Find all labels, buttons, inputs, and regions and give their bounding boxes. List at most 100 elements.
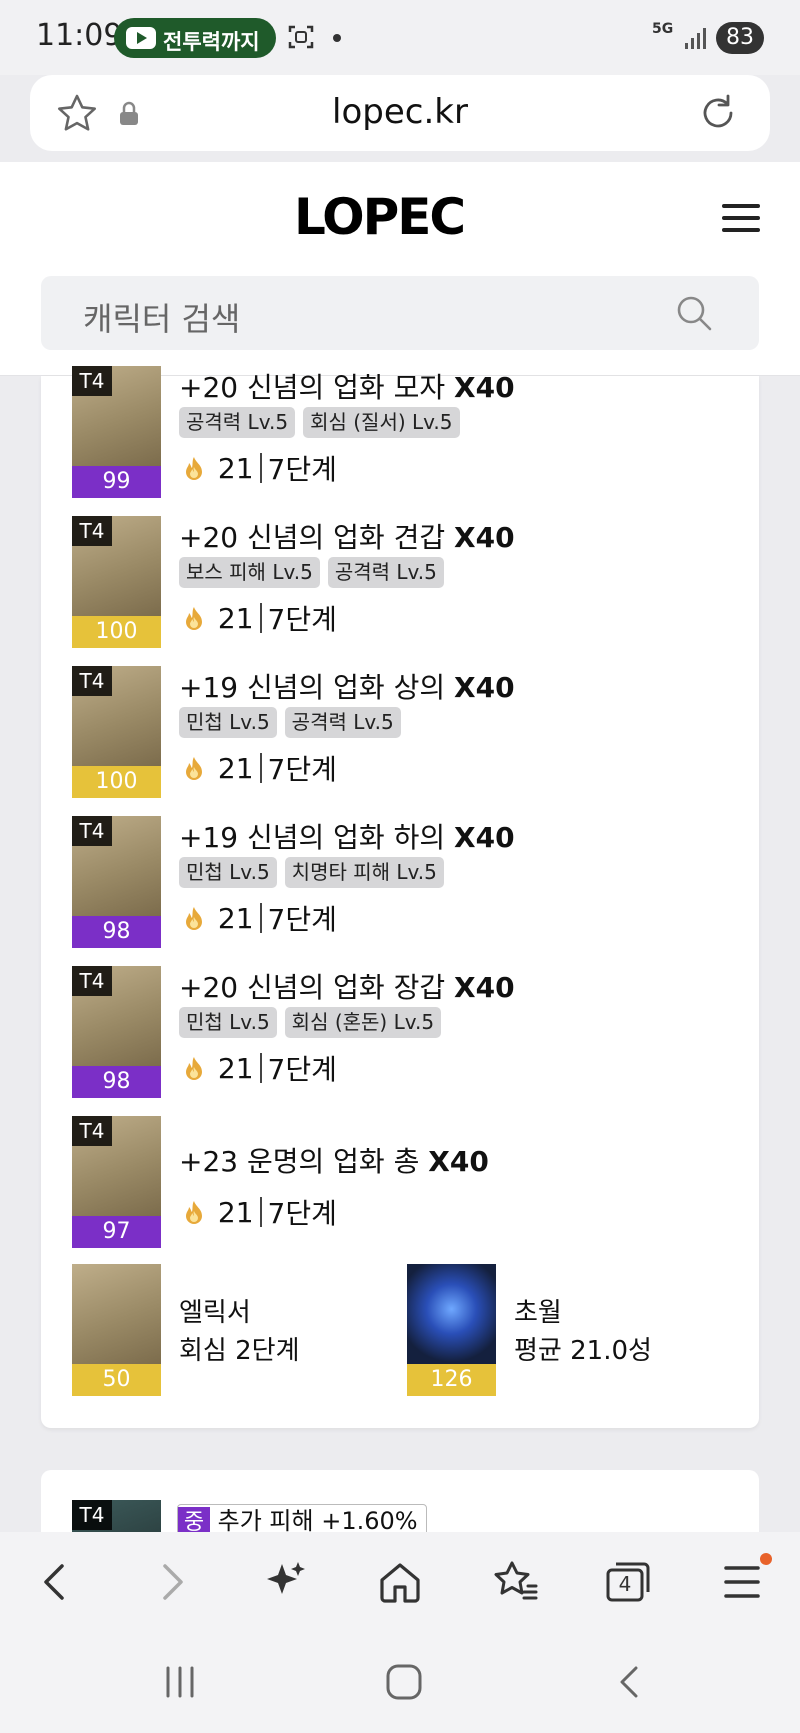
recent-apps-icon[interactable] [160,1662,200,1702]
status-bar: 11:09 전투력까지 5G 83 [0,0,800,75]
summary-detail: 평균 21.0성 [514,1336,652,1366]
item-thumbnail: T4 100 [72,666,161,798]
menu-icon[interactable] [722,204,760,234]
elixir-stone-row: 21 7단계 [179,898,337,936]
elixir-stone-row: 21 7단계 [179,598,337,636]
tier-badge: T4 [72,816,112,846]
forward-icon[interactable] [143,1554,199,1610]
notification-dot [760,1553,772,1565]
quality-badge: 99 [72,466,161,498]
quality-badge: 97 [72,1216,161,1248]
media-pill[interactable]: 전투력까지 [114,18,276,58]
summary-title: 초월 [514,1298,562,1328]
tier-badge: T4 [72,666,112,696]
item-tags: 보스 피해 Lv.5 공격력 Lv.5 [179,557,452,588]
item-tags: 민첩 Lv.5 공격력 Lv.5 [179,707,409,738]
item-title: +20 신념의 업화 모자 X40 [179,371,515,404]
equipment-item[interactable]: T4 97 +23 운명의 업화 총 X40 21 7단계 [72,1116,752,1248]
item-thumbnail: 50 [72,1264,161,1396]
tabs-button[interactable]: 4 [600,1554,656,1610]
item-thumbnail: 126 [407,1264,496,1396]
home-nav-icon[interactable] [384,1660,424,1704]
effect-tag: 회심 (질서) Lv.5 [303,407,460,438]
equipment-item[interactable]: T4 100 +19 신념의 업화 상의 X40 민첩 Lv.5 공격력 Lv.5… [72,666,752,798]
effect-tag: 치명타 피해 Lv.5 [284,857,444,888]
notification-dot [333,34,341,42]
equipment-card: T4 99 +20 신념의 업화 모자 X40 공격력 Lv.5 회심 (질서) … [41,366,759,1428]
elixir-stone-row: 21 7단계 [179,1048,337,1086]
sparkle-icon[interactable] [258,1554,314,1610]
equipment-item[interactable]: T4 99 +20 신념의 업화 모자 X40 공격력 Lv.5 회심 (질서) … [72,366,752,498]
search-placeholder: 캐릭터 검색 [83,300,241,338]
effect-tag: 공격력 Lv.5 [327,557,444,588]
item-title: +20 신념의 업화 견갑 X40 [179,521,515,554]
item-title: +19 신념의 업화 상의 X40 [179,671,515,704]
browser-toolbar: 4 [0,1532,800,1632]
item-thumbnail: T4 98 [72,966,161,1098]
elixir-stone-row: 21 7단계 [179,1192,337,1230]
elixir-stone-row: 21 7단계 [179,748,337,786]
status-time: 11:09 [36,18,123,53]
site-logo[interactable]: LOPEC [294,188,466,246]
effect-tag: 회심 (혼돈) Lv.5 [284,1007,442,1038]
back-nav-icon[interactable] [610,1662,650,1702]
address-bar[interactable]: lopec.kr [30,75,770,151]
equipment-item[interactable]: T4 100 +20 신념의 업화 견갑 X40 보스 피해 Lv.5 공격력 L… [72,516,752,648]
battery-level: 83 [716,22,764,54]
media-pill-text: 전투력까지 [163,30,260,54]
item-tags: 민첩 Lv.5 치명타 피해 Lv.5 [179,857,452,888]
elixir-image [72,1264,161,1364]
youtube-icon [126,27,156,49]
bookmarks-icon[interactable] [486,1554,542,1610]
flame-icon [186,1201,202,1224]
reload-icon[interactable] [698,93,738,133]
effect-tag: 보스 피해 Lv.5 [179,557,320,588]
effect-tag: 공격력 Lv.5 [179,407,296,438]
equipment-item[interactable]: T4 98 +20 신념의 업화 장갑 X40 민첩 Lv.5 회심 (혼돈) L… [72,966,752,1098]
back-icon[interactable] [28,1554,84,1610]
search-icon[interactable] [675,294,713,332]
item-thumbnail: T4 98 [72,816,161,948]
effect-tag: 민첩 Lv.5 [179,857,277,888]
item-thumbnail: T4 99 [72,366,161,498]
network-type: 5G [652,21,674,37]
transcendence-image [407,1264,496,1364]
character-search-input[interactable]: 캐릭터 검색 [41,276,759,350]
item-thumbnail: T4 100 [72,516,161,648]
item-title: +23 운명의 업화 총 X40 [179,1145,489,1178]
item-title: +20 신념의 업화 장갑 X40 [179,971,515,1004]
elixir-summary[interactable]: 50 엘릭서 회심 2단계 [72,1264,402,1396]
quality-badge: 98 [72,916,161,948]
tier-badge: T4 [72,1116,112,1146]
summary-title: 엘릭서 [179,1298,251,1328]
summary-detail: 회심 2단계 [179,1336,300,1366]
tier-badge: T4 [72,1500,112,1530]
url-text[interactable]: lopec.kr [30,92,770,132]
quality-badge: 50 [72,1364,161,1396]
item-tags: 민첩 Lv.5 회심 (혼돈) Lv.5 [179,1007,449,1038]
flame-icon [186,607,202,630]
effect-tag: 공격력 Lv.5 [284,707,401,738]
quality-badge: 100 [72,616,161,648]
tier-badge: T4 [72,516,112,546]
effect-tag: 민첩 Lv.5 [179,707,277,738]
item-thumbnail: T4 97 [72,1116,161,1248]
tier-badge: T4 [72,366,112,396]
elixir-stone-row: 21 7단계 [179,448,337,486]
quality-badge: 98 [72,1066,161,1098]
item-tags: 공격력 Lv.5 회심 (질서) Lv.5 [179,407,468,438]
transcendence-summary[interactable]: 126 초월 평균 21.0성 [407,1264,737,1396]
quality-badge: 126 [407,1364,496,1396]
system-nav-bar [0,1632,800,1733]
item-title: +19 신념의 업화 하의 X40 [179,821,515,854]
site-header: LOPEC 캐릭터 검색 [0,162,800,376]
flame-icon [186,457,202,480]
equipment-item[interactable]: T4 98 +19 신념의 업화 하의 X40 민첩 Lv.5 치명타 피해 Lv… [72,816,752,948]
flame-icon [186,757,202,780]
screenshot-icon [288,25,314,49]
effect-tag: 민첩 Lv.5 [179,1007,277,1038]
flame-icon [186,1057,202,1080]
tab-count: 4 [618,1572,632,1596]
home-icon[interactable] [372,1554,428,1610]
quality-badge: 100 [72,766,161,798]
